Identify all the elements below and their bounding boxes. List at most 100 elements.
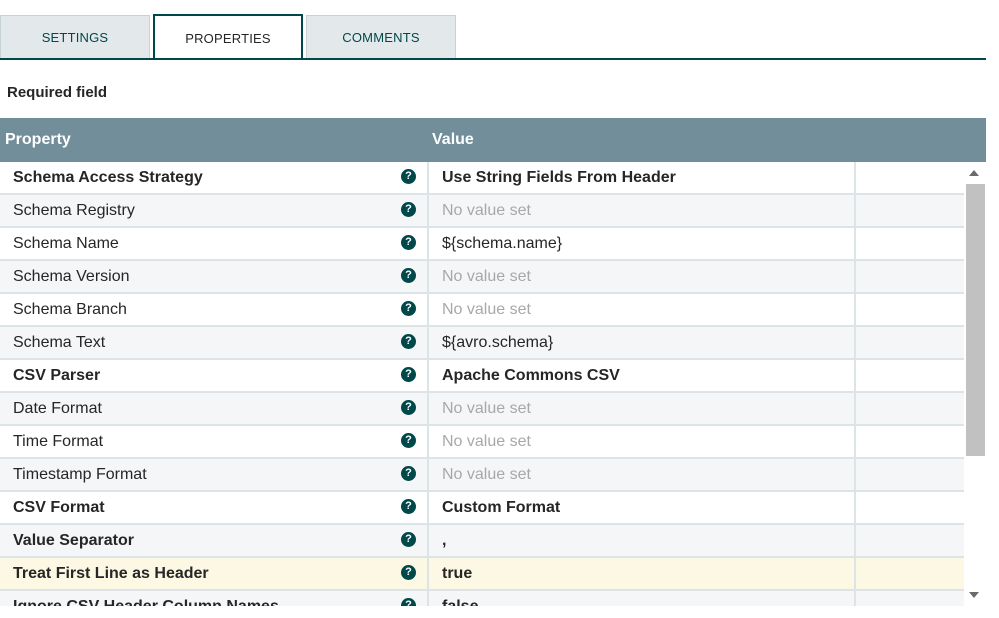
column-divider	[854, 459, 856, 492]
help-icon[interactable]: ?	[401, 598, 416, 606]
help-icon[interactable]: ?	[401, 466, 416, 481]
property-value[interactable]: No value set	[442, 466, 531, 484]
tab-properties[interactable]: PROPERTIES	[153, 14, 303, 60]
table-row[interactable]: Time Format? No value set	[0, 426, 964, 459]
column-divider	[427, 525, 429, 558]
property-name: Ignore CSV Header Column Names	[13, 598, 279, 606]
property-name: Treat First Line as Header	[13, 565, 209, 582]
column-divider	[854, 261, 856, 294]
property-value[interactable]: Apache Commons CSV	[442, 367, 620, 385]
column-divider	[427, 360, 429, 393]
scroll-thumb[interactable]	[966, 184, 985, 456]
table-scrollbar[interactable]	[964, 162, 986, 606]
column-divider	[854, 327, 856, 360]
property-value[interactable]: ${schema.name}	[442, 235, 562, 253]
table-row[interactable]: Ignore CSV Header Column Names? false	[0, 591, 964, 606]
column-divider	[854, 591, 856, 606]
column-divider	[854, 162, 856, 195]
help-icon[interactable]: ?	[401, 499, 416, 514]
tab-comments[interactable]: COMMENTS	[306, 15, 456, 58]
table-row[interactable]: Schema Access Strategy? Use String Fields…	[0, 162, 964, 195]
property-value[interactable]: No value set	[442, 433, 531, 451]
column-divider	[427, 261, 429, 294]
column-divider	[427, 162, 429, 195]
tab-bar: SETTINGS PROPERTIES COMMENTS	[0, 0, 986, 60]
properties-table: Property Value Schema Access Strategy? Us…	[0, 118, 986, 606]
property-name: Schema Access Strategy	[13, 169, 203, 186]
property-value[interactable]: Custom Format	[442, 499, 560, 517]
help-icon[interactable]: ?	[401, 334, 416, 349]
column-divider	[427, 195, 429, 228]
property-name: Schema Branch	[13, 301, 127, 318]
column-header-property[interactable]: Property	[5, 131, 71, 149]
property-value[interactable]: No value set	[442, 400, 531, 418]
help-icon[interactable]: ?	[401, 400, 416, 415]
help-icon[interactable]: ?	[401, 235, 416, 250]
property-value[interactable]: true	[442, 565, 472, 583]
column-divider	[427, 558, 429, 591]
help-icon[interactable]: ?	[401, 169, 416, 184]
column-divider	[427, 393, 429, 426]
property-name: Value Separator	[13, 532, 134, 549]
column-divider	[854, 228, 856, 261]
column-divider	[854, 558, 856, 591]
property-value[interactable]: ,	[442, 532, 446, 550]
table-row[interactable]: Schema Name? ${schema.name}	[0, 228, 964, 261]
property-name: CSV Parser	[13, 367, 101, 384]
column-divider	[427, 426, 429, 459]
table-body: Schema Access Strategy? Use String Fields…	[0, 162, 964, 606]
scroll-up-arrow-icon[interactable]	[969, 170, 979, 176]
help-icon[interactable]: ?	[401, 367, 416, 382]
table-row[interactable]: Treat First Line as Header? true	[0, 558, 964, 591]
table-row[interactable]: Schema Text? ${avro.schema}	[0, 327, 964, 360]
help-icon[interactable]: ?	[401, 532, 416, 547]
column-divider	[427, 294, 429, 327]
column-divider	[427, 327, 429, 360]
table-row[interactable]: Date Format? No value set	[0, 393, 964, 426]
column-header-value[interactable]: Value	[432, 131, 474, 149]
column-divider	[854, 525, 856, 558]
table-row[interactable]: Schema Branch? No value set	[0, 294, 964, 327]
property-value[interactable]: Use String Fields From Header	[442, 169, 676, 187]
column-divider	[427, 492, 429, 525]
help-icon[interactable]: ?	[401, 565, 416, 580]
help-icon[interactable]: ?	[401, 268, 416, 283]
property-value[interactable]: false	[442, 598, 478, 606]
column-divider	[427, 591, 429, 606]
help-icon[interactable]: ?	[401, 433, 416, 448]
tab-baseline	[0, 58, 986, 60]
property-name: Timestamp Format	[13, 466, 147, 483]
column-divider	[427, 459, 429, 492]
required-field-label: Required field	[7, 84, 108, 101]
property-name: Schema Version	[13, 268, 130, 285]
property-name: Time Format	[13, 433, 104, 450]
property-name: Schema Registry	[13, 202, 135, 219]
column-divider	[427, 228, 429, 261]
property-name: CSV Format	[13, 499, 105, 516]
column-divider	[854, 393, 856, 426]
table-row[interactable]: Timestamp Format? No value set	[0, 459, 964, 492]
table-row[interactable]: Schema Version? No value set	[0, 261, 964, 294]
property-name: Schema Text	[13, 334, 106, 351]
column-divider	[854, 195, 856, 228]
column-divider	[854, 492, 856, 525]
property-name: Date Format	[13, 400, 102, 417]
help-icon[interactable]: ?	[401, 202, 416, 217]
property-value[interactable]: No value set	[442, 301, 531, 319]
property-value[interactable]: ${avro.schema}	[442, 334, 553, 352]
property-value[interactable]: No value set	[442, 202, 531, 220]
scroll-down-arrow-icon[interactable]	[969, 592, 979, 598]
table-row[interactable]: CSV Parser? Apache Commons CSV	[0, 360, 964, 393]
column-divider	[854, 426, 856, 459]
help-icon[interactable]: ?	[401, 301, 416, 316]
column-divider	[854, 294, 856, 327]
table-row[interactable]: Schema Registry? No value set	[0, 195, 964, 228]
property-name: Schema Name	[13, 235, 119, 252]
processor-configuration: SETTINGS PROPERTIES COMMENTS Required fi…	[0, 0, 999, 618]
table-header: Property Value	[0, 118, 986, 162]
table-row[interactable]: CSV Format? Custom Format	[0, 492, 964, 525]
tab-settings[interactable]: SETTINGS	[0, 15, 150, 58]
property-value[interactable]: No value set	[442, 268, 531, 286]
table-row[interactable]: Value Separator?,	[0, 525, 964, 558]
column-divider	[854, 360, 856, 393]
